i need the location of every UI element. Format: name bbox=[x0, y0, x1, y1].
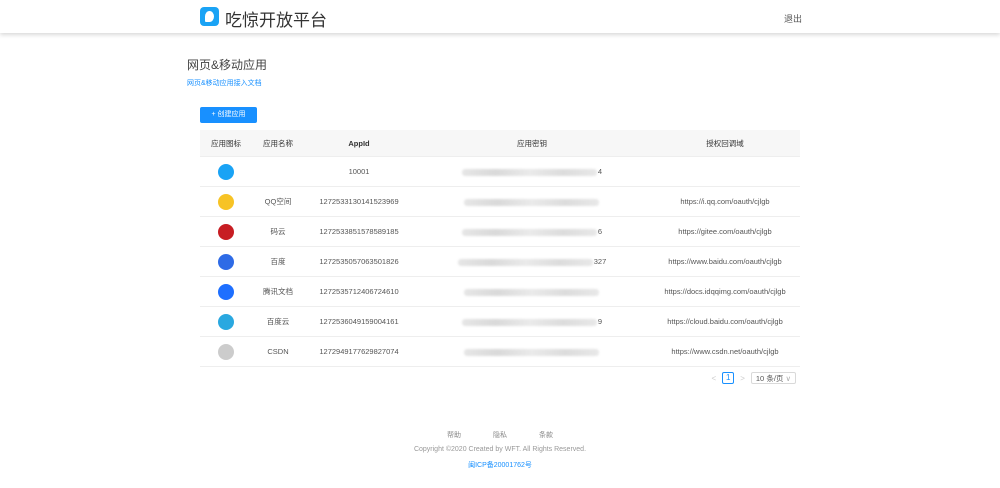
app-id: 1272533130141523969 bbox=[319, 197, 399, 206]
callback-domain: https://i.qq.com/oauth/cjlgb bbox=[680, 197, 770, 206]
header-icon: 应用图标 bbox=[211, 138, 241, 148]
table-row: 腾讯文档 1272535712406724610 https://docs.id… bbox=[200, 277, 800, 307]
header-domain: 授权回调域 bbox=[706, 138, 744, 148]
logout-link[interactable]: 退出 bbox=[784, 12, 802, 25]
table-row: CSDN 1272949177629827074 https://www.csd… bbox=[200, 337, 800, 367]
callback-domain: https://www.baidu.com/oauth/cjlgb bbox=[668, 257, 782, 266]
tencent-docs-icon bbox=[218, 283, 234, 300]
secret-suffix: 6 bbox=[597, 227, 603, 236]
prev-page-button[interactable]: < bbox=[712, 374, 717, 383]
page-size-select[interactable]: 10 条/页 ∨ bbox=[750, 372, 796, 384]
table-row: 10001 4 bbox=[200, 157, 800, 187]
app-name: CSDN bbox=[267, 347, 289, 356]
app-name: QQ空间 bbox=[264, 197, 292, 206]
qzone-icon bbox=[218, 193, 234, 210]
app-id: 1272533851578589185 bbox=[319, 227, 399, 236]
app-id: 1272535712406724610 bbox=[319, 287, 399, 296]
table-row: QQ空间 1272533130141523969 https://i.qq.co… bbox=[200, 187, 800, 217]
table-row: 码云 1272533851578589185 6 https://gitee.c… bbox=[200, 217, 800, 247]
pagination: < 1 > 10 条/页 ∨ bbox=[712, 372, 796, 384]
footer-privacy-link[interactable]: 隐私 bbox=[493, 432, 507, 439]
callback-domain: https://gitee.com/oauth/cjlgb bbox=[678, 227, 772, 236]
callback-domain: https://cloud.baidu.com/oauth/cjlgb bbox=[667, 317, 783, 326]
app-secret bbox=[414, 197, 650, 206]
create-app-button[interactable]: + 创建应用 bbox=[200, 107, 257, 123]
app-name: 百度 bbox=[270, 257, 286, 266]
app-secret: 6 bbox=[414, 227, 650, 236]
app-name: 腾讯文档 bbox=[263, 287, 293, 296]
gitee-icon bbox=[218, 223, 234, 240]
secret-suffix: 9 bbox=[597, 317, 603, 326]
doc-link[interactable]: 网页&移动应用接入文档 bbox=[187, 78, 262, 88]
table-header: 应用图标 应用名称 AppId 应用密钥 授权回调域 bbox=[200, 130, 800, 157]
app-id: 1272536049159004161 bbox=[319, 317, 399, 326]
table-row: 百度云 1272536049159004161 9 https://cloud.… bbox=[200, 307, 800, 337]
app-secret: 9 bbox=[414, 317, 650, 326]
footer-links: 帮助 隐私 条款 bbox=[0, 430, 1000, 440]
secret-suffix: 4 bbox=[597, 167, 603, 176]
apps-table: 应用图标 应用名称 AppId 应用密钥 授权回调域 10001 4 QQ空间 … bbox=[200, 130, 800, 367]
header-name: 应用名称 bbox=[263, 138, 293, 148]
icp-link[interactable]: 闽ICP备20001762号 bbox=[0, 460, 1000, 470]
table-row: 百度 1272535057063501826 327 https://www.b… bbox=[200, 247, 800, 277]
baidu-icon bbox=[218, 253, 234, 270]
app-secret: 327 bbox=[414, 257, 650, 266]
app-name: 码云 bbox=[270, 227, 286, 236]
app-secret bbox=[414, 347, 650, 356]
chevron-down-icon: ∨ bbox=[785, 374, 792, 383]
baidu-cloud-icon bbox=[218, 313, 234, 330]
app-id: 1272535057063501826 bbox=[319, 257, 399, 266]
secret-suffix: 327 bbox=[593, 257, 607, 266]
top-header: 吃惊开放平台 退出 bbox=[0, 0, 1000, 33]
logo-icon bbox=[200, 7, 219, 26]
header-secret: 应用密钥 bbox=[517, 138, 547, 148]
footer-help-link[interactable]: 帮助 bbox=[447, 432, 461, 439]
chijing-icon bbox=[218, 163, 234, 180]
app-secret: 4 bbox=[414, 167, 650, 176]
secret-blur bbox=[457, 258, 593, 266]
header-appid: AppId bbox=[348, 138, 370, 148]
footer-terms-link[interactable]: 条款 bbox=[539, 432, 553, 439]
next-page-button[interactable]: > bbox=[740, 374, 745, 383]
secret-blur bbox=[464, 288, 599, 296]
page-1-button[interactable]: 1 bbox=[722, 372, 735, 384]
brand-title: 吃惊开放平台 bbox=[225, 11, 327, 30]
app-name: 百度云 bbox=[266, 317, 290, 326]
secret-blur bbox=[464, 348, 599, 356]
callback-domain: https://www.csdn.net/oauth/cjlgb bbox=[671, 347, 779, 356]
callback-domain: https://docs.idqqimg.com/oauth/cjlgb bbox=[664, 287, 786, 296]
page-title: 网页&移动应用 bbox=[187, 58, 268, 72]
page-size-value: 10 条/页 bbox=[755, 374, 784, 383]
secret-blur bbox=[461, 318, 597, 326]
app-id: 10001 bbox=[348, 167, 370, 176]
secret-blur bbox=[461, 168, 597, 176]
csdn-icon bbox=[218, 343, 234, 360]
app-secret bbox=[414, 287, 650, 296]
copyright: Copyright ©2020 Created by WFT. All Righ… bbox=[413, 446, 587, 453]
app-id: 1272949177629827074 bbox=[319, 347, 399, 356]
secret-blur bbox=[464, 198, 599, 206]
secret-blur bbox=[461, 228, 597, 236]
